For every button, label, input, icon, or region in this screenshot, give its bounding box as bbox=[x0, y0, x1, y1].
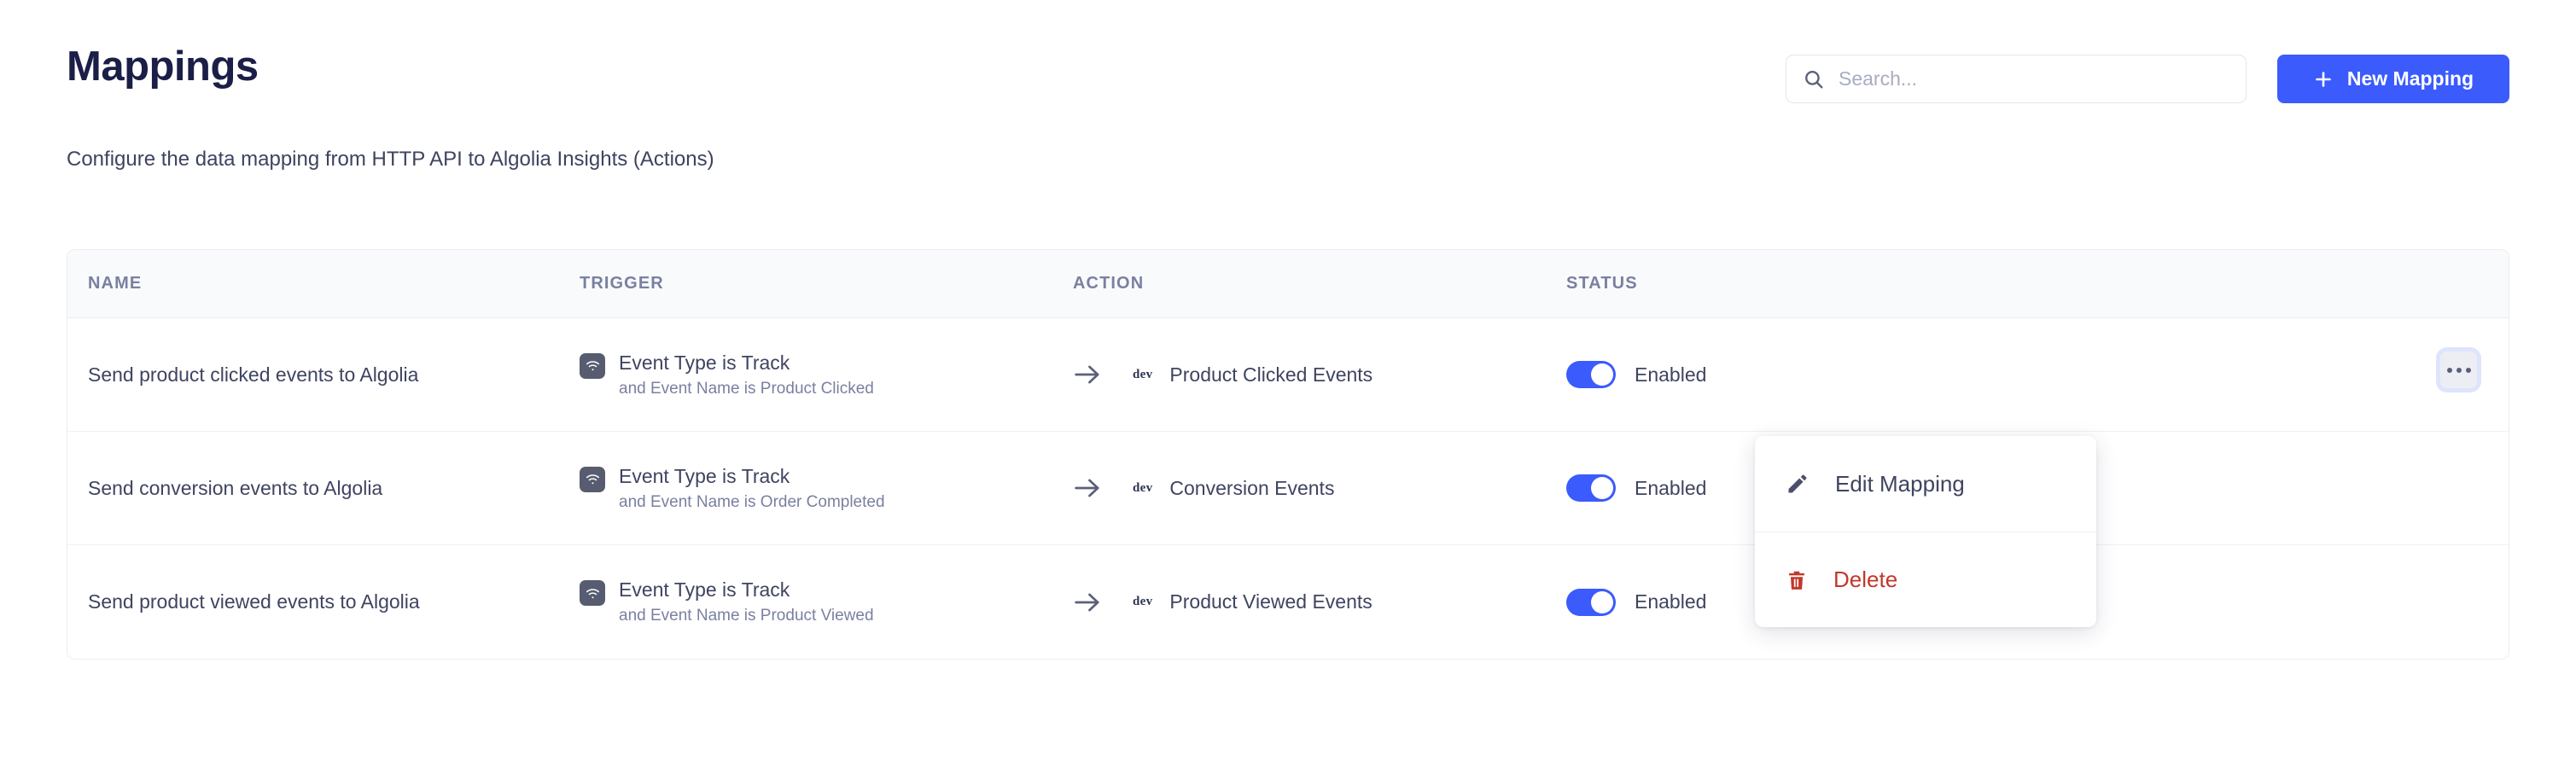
table-row[interactable]: Send product viewed events to Algolia Ev… bbox=[67, 545, 2509, 659]
mappings-table: NAME TRIGGER ACTION STATUS Send product … bbox=[67, 249, 2509, 660]
toggle-knob bbox=[1591, 477, 1613, 499]
mappings-page: Mappings New Mapping Configure the data … bbox=[0, 0, 2576, 773]
column-header-action: ACTION bbox=[1073, 274, 1145, 293]
trash-icon bbox=[1789, 571, 1804, 590]
new-mapping-button-label: New Mapping bbox=[2346, 67, 2474, 90]
trigger-cell: Event Type is Track and Event Name is Pr… bbox=[580, 351, 1073, 399]
pencil-icon bbox=[1788, 474, 1807, 493]
mapping-name: Send conversion events to Algolia bbox=[88, 476, 383, 499]
action-env-badge: dev bbox=[1133, 595, 1153, 608]
action-cell: dev Product Viewed Events bbox=[1073, 590, 1566, 615]
column-header-status: STATUS bbox=[1566, 274, 1638, 293]
status-label: Enabled bbox=[1635, 363, 1707, 386]
status-toggle[interactable] bbox=[1566, 588, 1616, 616]
page-title: Mappings bbox=[67, 44, 259, 90]
trigger-cell: Event Type is Track and Event Name is Pr… bbox=[580, 578, 1073, 626]
trigger-cell: Event Type is Track and Event Name is Or… bbox=[580, 464, 1073, 513]
toggle-knob bbox=[1591, 590, 1613, 613]
arrow-right-icon bbox=[1075, 593, 1099, 611]
table-row[interactable]: Send conversion events to Algolia Event … bbox=[67, 432, 2509, 545]
trigger-texts: Event Type is Track and Event Name is Or… bbox=[619, 464, 885, 513]
search-box[interactable] bbox=[1786, 55, 2247, 103]
table-row[interactable]: Send product clicked events to Algolia E… bbox=[67, 318, 2509, 432]
menu-item-edit-mapping[interactable]: Edit Mapping bbox=[1755, 436, 2096, 532]
trigger-texts: Event Type is Track and Event Name is Pr… bbox=[619, 578, 874, 626]
menu-item-label: Edit Mapping bbox=[1835, 470, 1965, 497]
action-env-badge: dev bbox=[1133, 480, 1153, 495]
trigger-texts: Event Type is Track and Event Name is Pr… bbox=[619, 351, 874, 399]
wifi-icon bbox=[580, 466, 605, 492]
search-input[interactable] bbox=[1825, 55, 2232, 102]
wifi-icon bbox=[580, 352, 605, 379]
trigger-condition: Event Type is Track bbox=[619, 351, 790, 374]
status-toggle[interactable] bbox=[1566, 474, 1616, 502]
action-label: Product Viewed Events bbox=[1169, 590, 1373, 613]
mapping-name: Send product clicked events to Algolia bbox=[88, 363, 419, 386]
trigger-subcondition: and Event Name is Product Viewed bbox=[619, 607, 874, 625]
header-actions: New Mapping bbox=[1786, 55, 2509, 103]
status-toggle[interactable] bbox=[1566, 361, 1616, 388]
arrow-right-icon bbox=[1075, 479, 1099, 497]
plus-icon bbox=[2316, 71, 2331, 87]
action-cell: dev Conversion Events bbox=[1073, 475, 1566, 501]
trigger-subcondition: and Event Name is Product Clicked bbox=[619, 379, 874, 398]
action-env-badge: dev bbox=[1133, 367, 1153, 381]
page-subtitle: Configure the data mapping from HTTP API… bbox=[67, 148, 714, 171]
action-label: Product Clicked Events bbox=[1169, 363, 1373, 386]
trigger-condition: Event Type is Track bbox=[619, 464, 790, 487]
new-mapping-button[interactable]: New Mapping bbox=[2277, 55, 2509, 103]
action-cell: dev Product Clicked Events bbox=[1073, 362, 1566, 387]
trigger-condition: Event Type is Track bbox=[619, 578, 790, 602]
status-cell: Enabled bbox=[1566, 361, 2044, 388]
menu-item-delete[interactable]: Delete bbox=[1755, 532, 2096, 627]
status-label: Enabled bbox=[1635, 590, 1707, 613]
wifi-icon bbox=[580, 580, 605, 607]
ellipsis-icon bbox=[2446, 367, 2452, 373]
page-header: Mappings New Mapping bbox=[67, 43, 2509, 104]
trigger-subcondition: and Event Name is Order Completed bbox=[619, 492, 885, 511]
ellipsis-icon bbox=[2465, 367, 2471, 373]
mapping-name: Send product viewed events to Algolia bbox=[88, 590, 420, 613]
action-label: Conversion Events bbox=[1169, 476, 1335, 499]
row-actions-menu-button[interactable] bbox=[2440, 352, 2477, 388]
ellipsis-icon bbox=[2456, 367, 2462, 373]
menu-item-label: Delete bbox=[1833, 567, 1898, 592]
search-icon bbox=[1805, 70, 1823, 89]
toggle-knob bbox=[1591, 363, 1613, 386]
row-context-menu: Edit Mapping Delete bbox=[1755, 436, 2096, 627]
column-header-name: NAME bbox=[88, 274, 143, 293]
status-label: Enabled bbox=[1635, 476, 1707, 499]
arrow-right-icon bbox=[1075, 365, 1099, 384]
column-header-trigger: TRIGGER bbox=[580, 274, 664, 293]
table-header-row: NAME TRIGGER ACTION STATUS bbox=[67, 250, 2509, 318]
